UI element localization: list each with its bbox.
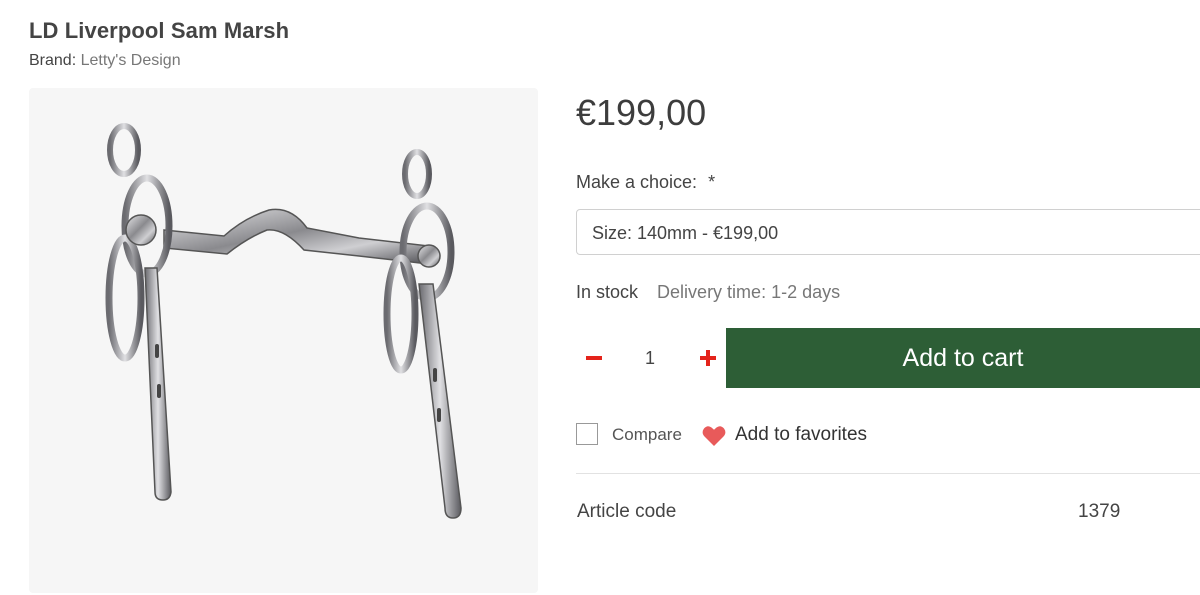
brand-row: Brand: Letty's Design [29,52,181,70]
quantity-value[interactable]: 1 [630,348,670,369]
compare-checkbox[interactable] [576,423,598,445]
quantity-increase-button[interactable] [698,343,718,373]
product-title: LD Liverpool Sam Marsh [29,18,290,43]
product-image[interactable] [29,88,538,593]
delivery-time: Delivery time: 1-2 days [657,282,841,302]
add-to-favorites-link[interactable]: Add to favorites [735,424,867,446]
size-select-value: Size: 140mm - €199,00 [592,223,779,243]
choice-label-text: Make a choice: [576,172,698,192]
choice-label: Make a choice: * [576,172,715,193]
availability-row: In stock Delivery time: 1-2 days [576,282,840,303]
brand-link[interactable]: Letty's Design [81,52,181,69]
add-to-cart-button[interactable]: Add to cart [726,328,1200,388]
spec-label-article-code: Article code [577,501,677,522]
quantity-decrease-button[interactable] [584,343,604,373]
heart-icon[interactable] [702,425,726,447]
liverpool-bit-illustration [105,123,462,519]
brand-label: Brand: [29,52,77,69]
product-price: €199,00 [576,92,707,133]
compare-label[interactable]: Compare [612,425,682,445]
stock-status: In stock [576,282,639,302]
divider [576,473,1200,474]
spec-value-article-code: 1379 [1078,501,1121,522]
required-mark: * [708,172,716,192]
size-select[interactable]: Size: 140mm - €199,00 [576,209,1200,255]
